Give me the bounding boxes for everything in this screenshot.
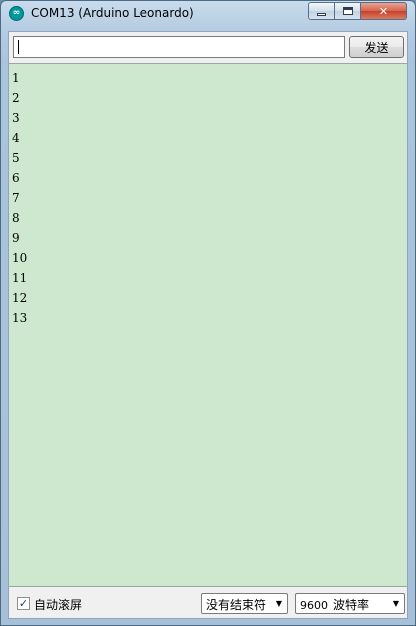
serial-output[interactable]: 1 2 3 4 5 6 7 8 9 10 11 12 13 [9,63,407,587]
serial-line: 13 [12,311,28,325]
arduino-logo-icon: ∞ [9,6,24,21]
send-button[interactable]: 发送 [349,36,404,58]
close-icon: ✕ [378,4,389,18]
serial-monitor-window: ∞ COM13 (Arduino Leonardo) ✕ 发送 12345678… [0,0,416,626]
serial-line: 4 [12,131,20,145]
serial-line: 8 [12,211,20,225]
serial-line: 6 [12,171,20,185]
text-caret [18,40,19,54]
minimize-button[interactable] [308,2,335,20]
window-title: COM13 (Arduino Leonardo) [31,6,194,20]
line-ending-select[interactable]: 没有结束符 ▼ [201,593,288,614]
maximize-icon [342,7,353,15]
serial-line: 5 [12,151,20,165]
autoscroll-label[interactable]: 自动滚屏 [34,596,82,613]
serial-line: 1 [12,71,20,85]
serial-line: 10 [12,251,28,265]
serial-line: 11 [12,271,28,285]
serial-line: 2 [12,91,20,105]
serial-line: 9 [12,231,20,245]
serial-line: 7 [12,191,20,205]
chevron-down-icon: ▼ [275,599,282,608]
baud-rate-select[interactable]: 9600 波特率 ▼ [295,593,405,614]
baud-rate-label: 波特率 [333,598,370,612]
minimize-icon [317,12,326,16]
close-button[interactable]: ✕ [361,2,407,20]
baud-rate-value: 9600 [300,599,328,612]
footer-bar: ✓ 自动滚屏 没有结束符 ▼ 9600 波特率 ▼ [9,588,407,618]
serial-line: 12 [12,291,28,305]
line-ending-value: 没有结束符 [206,598,267,612]
autoscroll-checkbox[interactable]: ✓ [17,597,30,610]
maximize-button[interactable] [335,2,361,20]
serial-line: 3 [12,111,20,125]
chevron-down-icon: ▼ [392,599,399,608]
title-bar[interactable]: ∞ COM13 (Arduino Leonardo) ✕ [1,1,415,27]
client-area: 发送 1 2 3 4 5 6 7 8 9 10 11 12 13 ✓ 自动滚屏 没有结束符 ▼ 9600… [8,31,408,619]
send-input[interactable] [13,36,345,58]
